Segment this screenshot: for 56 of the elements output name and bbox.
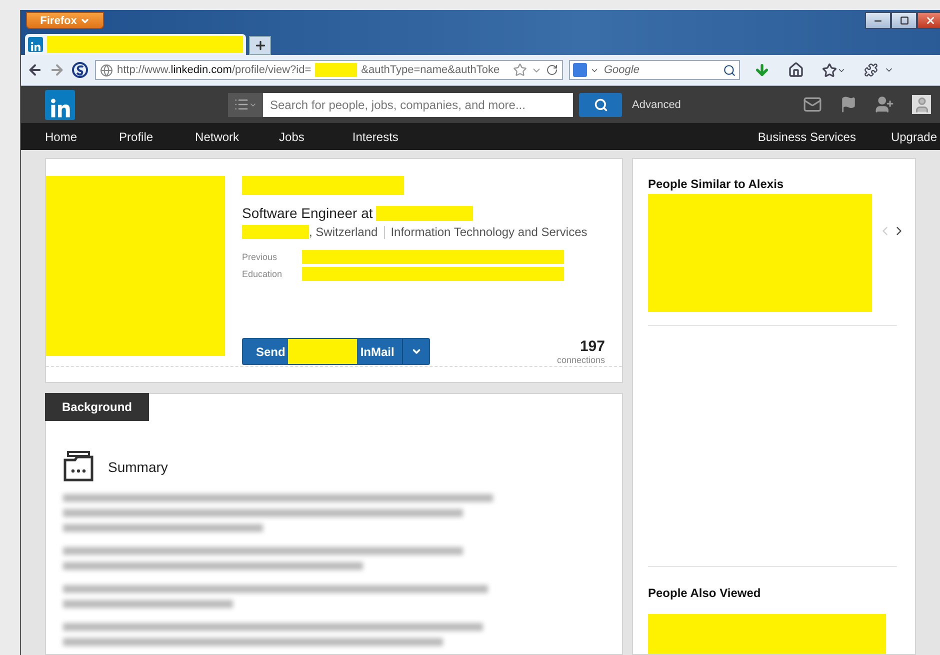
nav-link[interactable]: Jobs (279, 130, 304, 144)
industry: Information Technology and Services (390, 225, 588, 239)
advanced-link[interactable]: Advanced (632, 98, 681, 110)
flag-icon[interactable] (840, 96, 857, 113)
location: , Switzerland (309, 225, 378, 239)
star-icon (822, 62, 837, 78)
search-engine-field[interactable]: Google (569, 60, 740, 80)
menu-button[interactable] (228, 92, 263, 116)
linkedin-logo-icon (28, 37, 43, 52)
background-tab[interactable]: Background (45, 393, 149, 421)
plus-icon (254, 39, 266, 52)
nav-link[interactable]: Upgrade (890, 130, 937, 144)
close-icon (924, 15, 936, 26)
mail-icon[interactable] (803, 95, 822, 114)
nav-link[interactable]: Home (45, 130, 78, 144)
new-tab-button[interactable] (249, 36, 271, 55)
search-icon (594, 98, 608, 112)
nav-link[interactable]: Interests (352, 130, 398, 144)
connections-count: 197 (580, 338, 605, 355)
list-icon (234, 97, 249, 112)
summary-icon (63, 451, 94, 482)
search-icon[interactable] (723, 64, 736, 76)
close-button[interactable] (917, 12, 940, 29)
redaction-box (315, 63, 358, 77)
detail-label: Education (242, 269, 284, 279)
search-field[interactable]: Search for people, jobs, companies, and more... (263, 92, 573, 116)
search-button[interactable] (579, 92, 622, 116)
back-button[interactable] (27, 62, 43, 78)
send-inmail-button[interactable]: Send InMail (242, 338, 430, 365)
browser-tab[interactable] (25, 34, 246, 55)
reload-icon[interactable] (546, 64, 558, 76)
detail-label: Previous (242, 252, 278, 262)
puzzle-icon[interactable] (864, 63, 878, 77)
s-logo-icon (71, 61, 89, 79)
redaction-box (242, 225, 309, 239)
connections-label: connections (556, 355, 605, 365)
minimize-button[interactable] (865, 12, 891, 29)
nav-link[interactable]: Business Services (758, 130, 856, 144)
bookmarks-button[interactable] (822, 62, 846, 78)
maximize-button[interactable] (891, 12, 917, 29)
home-icon[interactable] (788, 62, 804, 78)
job-title: Software Engineer at (242, 205, 373, 221)
star-icon[interactable] (513, 63, 527, 77)
nav-link[interactable]: Profile (119, 130, 154, 144)
sidebar-title: People Also Viewed (648, 586, 762, 600)
download-icon[interactable] (754, 62, 770, 78)
caret-icon (410, 346, 422, 357)
globe-icon (100, 64, 113, 76)
section-title: Summary (108, 458, 168, 474)
linkedin-logo-icon (45, 90, 75, 120)
url-field[interactable]: http://www.linkedin.com/profile/view?id= &authType=name&authToke (95, 60, 563, 80)
nav-link[interactable]: Network (195, 130, 240, 144)
add-contact-icon[interactable] (875, 95, 894, 114)
sidebar-title: People Similar to Alexis (648, 177, 785, 191)
maximize-icon (900, 16, 908, 25)
s-logo-button[interactable] (71, 61, 89, 79)
